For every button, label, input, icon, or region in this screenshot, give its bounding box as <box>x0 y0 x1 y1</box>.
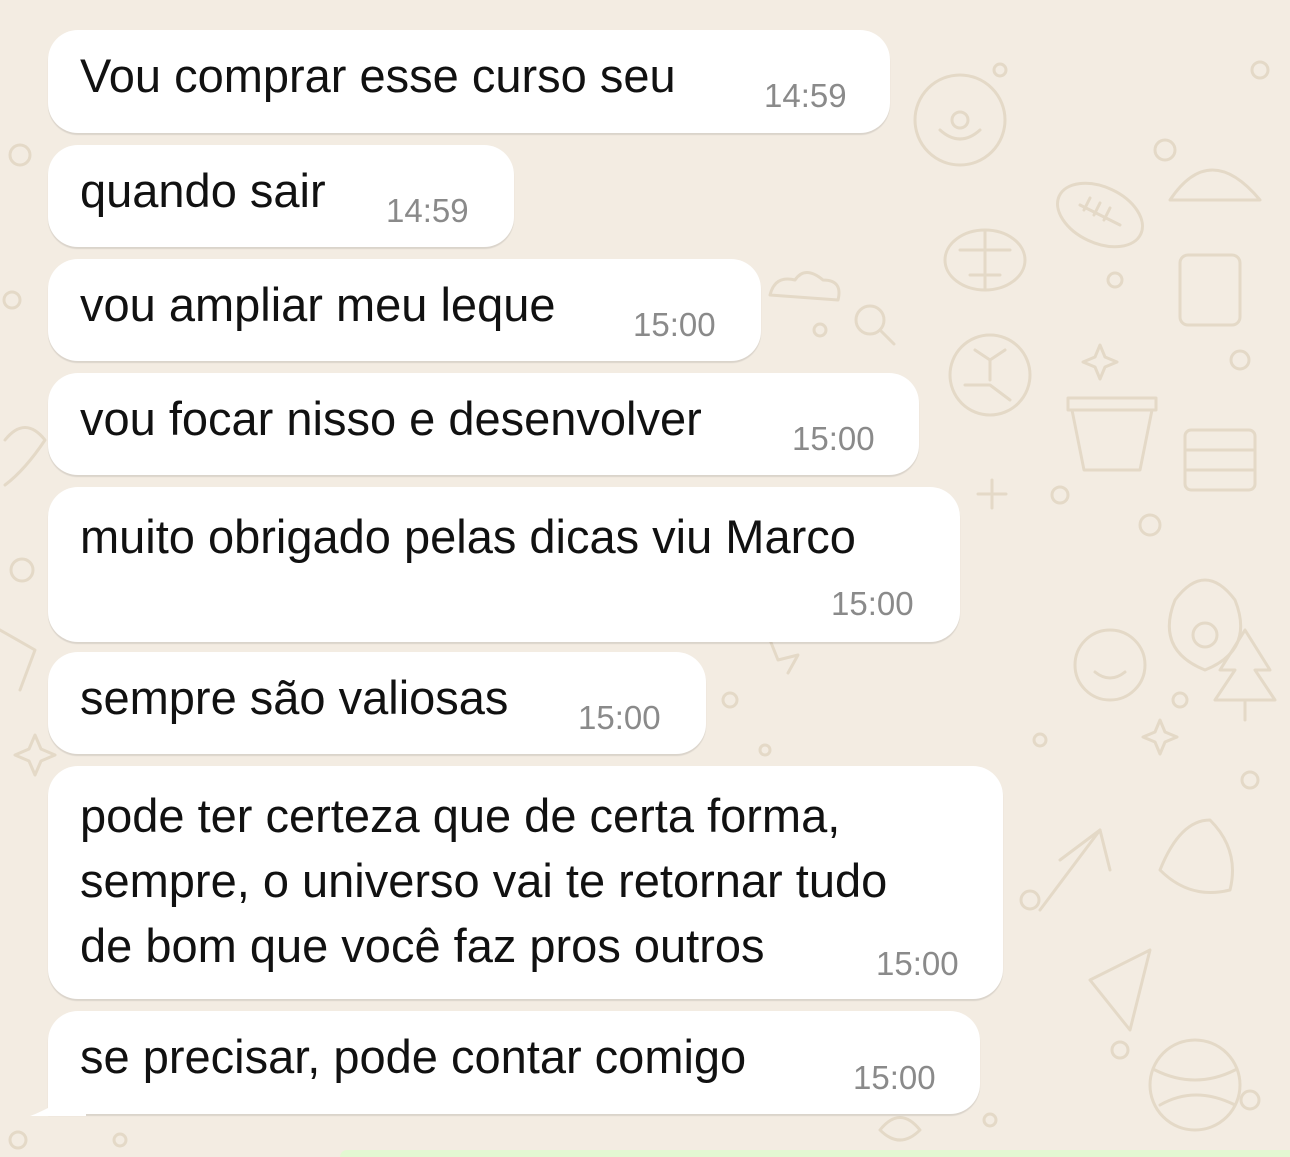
message-bubble[interactable]: quando sair 14:59 <box>48 145 514 247</box>
message-text: sempre são valiosas <box>80 671 509 724</box>
message-timestamp: 14:59 <box>386 192 469 229</box>
message-bubble[interactable]: vou focar nisso e desenvolver 15:00 <box>48 373 919 475</box>
message-timestamp: 14:59 <box>764 77 847 114</box>
message-timestamp: 15:00 <box>831 585 914 622</box>
chat-messages-area[interactable]: Vou comprar esse curso seu 14:59 quando … <box>0 0 1290 1157</box>
message-text: Vou comprar esse curso seu <box>80 49 676 102</box>
message-bubble[interactable]: sempre são valiosas 15:00 <box>48 652 706 754</box>
message-timestamp: 15:00 <box>876 945 959 982</box>
message-timestamp: 15:00 <box>792 420 875 457</box>
message-bubble[interactable]: pode ter certeza que de certa forma, sem… <box>48 766 1003 999</box>
message-timestamp: 15:00 <box>578 699 661 736</box>
message-bubble[interactable]: muito obrigado pelas dicas viu Marco 15:… <box>48 487 960 642</box>
message-text: quando sair <box>80 164 326 217</box>
bubble-tail <box>30 1078 86 1116</box>
message-text: se precisar, pode contar comigo <box>80 1030 747 1083</box>
message-bubble[interactable]: Vou comprar esse curso seu 14:59 <box>48 30 890 133</box>
message-text: vou ampliar meu leque <box>80 278 556 331</box>
message-bubble[interactable]: se precisar, pode contar comigo 15:00 <box>48 1011 980 1114</box>
message-text: muito obrigado pelas dicas viu Marco <box>80 510 856 563</box>
message-bubble[interactable]: vou ampliar meu leque 15:00 <box>48 259 761 361</box>
message-timestamp: 15:00 <box>853 1059 936 1096</box>
message-timestamp: 15:00 <box>633 306 716 343</box>
message-text: vou focar nisso e desenvolver <box>80 392 702 445</box>
message-text: pode ter certeza que de certa forma, sem… <box>80 789 888 972</box>
outgoing-message-edge <box>340 1150 1290 1157</box>
